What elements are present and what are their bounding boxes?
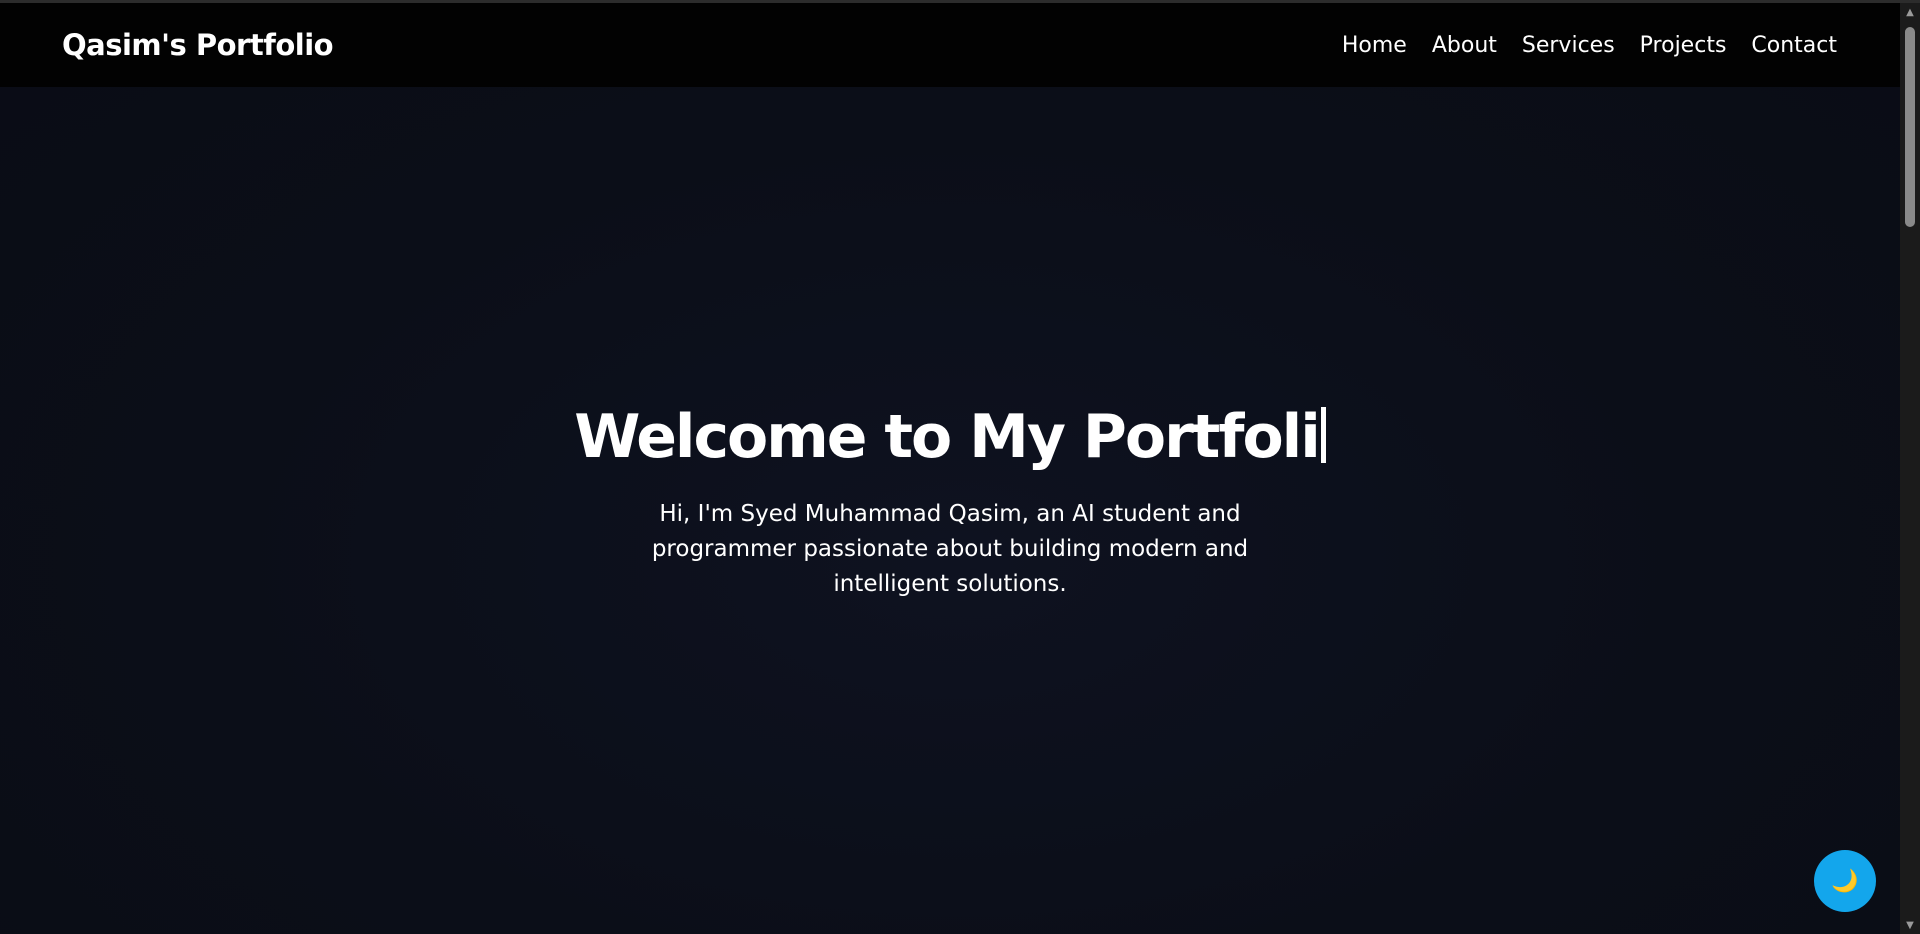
nav-links: Home About Services Projects Contact [1342,33,1837,58]
moon-icon: 🌙 [1831,868,1859,894]
hero-title-text: Welcome to My Portfoli [574,402,1321,472]
theme-toggle-button[interactable]: 🌙 [1814,850,1876,912]
hero-section: Welcome to My Portfoli Hi, I'm Syed Muha… [0,87,1900,934]
hero-subtitle: Hi, I'm Syed Muhammad Qasim, an AI stude… [651,501,1249,597]
nav-link-services[interactable]: Services [1522,33,1615,58]
nav-link-contact[interactable]: Contact [1751,33,1837,58]
nav-link-about[interactable]: About [1432,33,1497,58]
site-logo[interactable]: Qasim's Portfolio [62,28,334,62]
nav-link-home[interactable]: Home [1342,33,1407,58]
typing-cursor [1320,407,1326,463]
scrollbar[interactable]: ▲ ▼ [1900,3,1920,934]
scroll-up-arrow-icon[interactable]: ▲ [1900,3,1920,21]
nav-link-projects[interactable]: Projects [1640,33,1727,58]
navbar: Qasim's Portfolio Home About Services Pr… [0,3,1900,87]
hero-title: Welcome to My Portfoli [0,402,1900,472]
scroll-down-arrow-icon[interactable]: ▼ [1900,916,1920,934]
scrollbar-thumb[interactable] [1905,27,1915,227]
page: Qasim's Portfolio Home About Services Pr… [0,0,1920,934]
